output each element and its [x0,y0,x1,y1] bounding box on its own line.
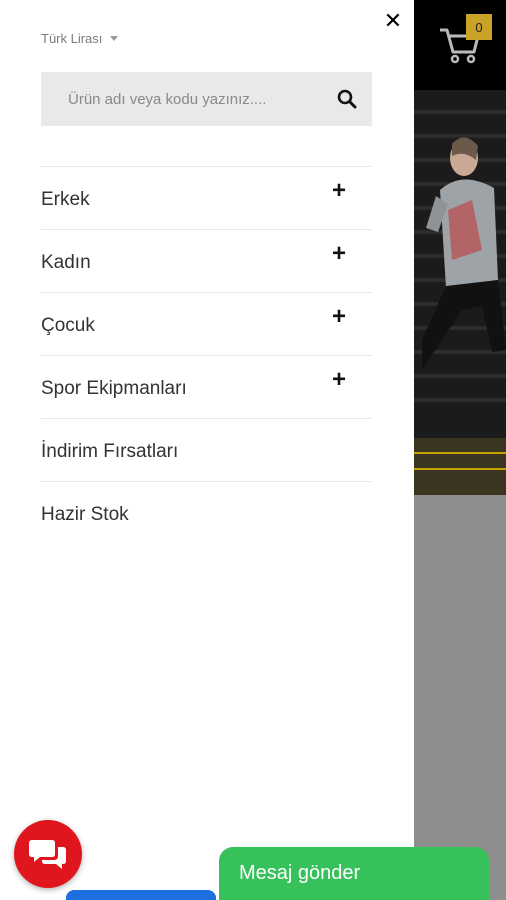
menu-item-hazir-stok[interactable]: Hazir Stok [41,482,372,545]
send-message-button[interactable]: Mesaj gönder [219,847,489,900]
menu-item-label: İndirim Fırsatları [41,441,179,462]
search-input[interactable] [41,72,336,126]
currency-label: Türk Lirası [41,31,103,46]
side-menu-drawer: ✕ Türk Lirası Erkek + Kadın + Çocuk + Sp… [0,0,414,900]
menu-item-erkek[interactable]: Erkek + [41,167,372,230]
search-icon[interactable] [336,88,358,110]
menu-item-label: Erkek [41,189,90,210]
currency-selector[interactable]: Türk Lirası [41,31,119,46]
close-icon[interactable]: ✕ [382,10,404,32]
cart-count-badge: 0 [466,14,492,40]
menu-item-indirim-firsatlari[interactable]: İndirim Fırsatları [41,419,372,482]
background-page: 0 [414,0,506,900]
menu-item-label: Hazir Stok [41,504,129,525]
plus-icon[interactable]: + [332,366,346,394]
hero-banner [414,90,506,495]
menu-item-label: Spor Ekipmanları [41,378,187,399]
plus-icon[interactable]: + [332,177,346,205]
runner-image [422,137,506,370]
search-bar [41,72,372,126]
chat-icon [29,840,66,869]
live-chat-button[interactable] [14,820,82,888]
plus-icon[interactable]: + [332,240,346,268]
support-tab[interactable] [66,890,216,900]
plus-icon[interactable]: + [332,303,346,331]
site-header: 0 [414,0,506,90]
category-menu: Erkek + Kadın + Çocuk + Spor Ekipmanları… [41,166,372,545]
menu-item-kadin[interactable]: Kadın + [41,230,372,293]
menu-item-label: Çocuk [41,315,95,336]
menu-item-label: Kadın [41,252,91,273]
menu-item-cocuk[interactable]: Çocuk + [41,293,372,356]
chevron-down-icon [110,36,119,41]
menu-item-spor-ekipmanlari[interactable]: Spor Ekipmanları + [41,356,372,419]
